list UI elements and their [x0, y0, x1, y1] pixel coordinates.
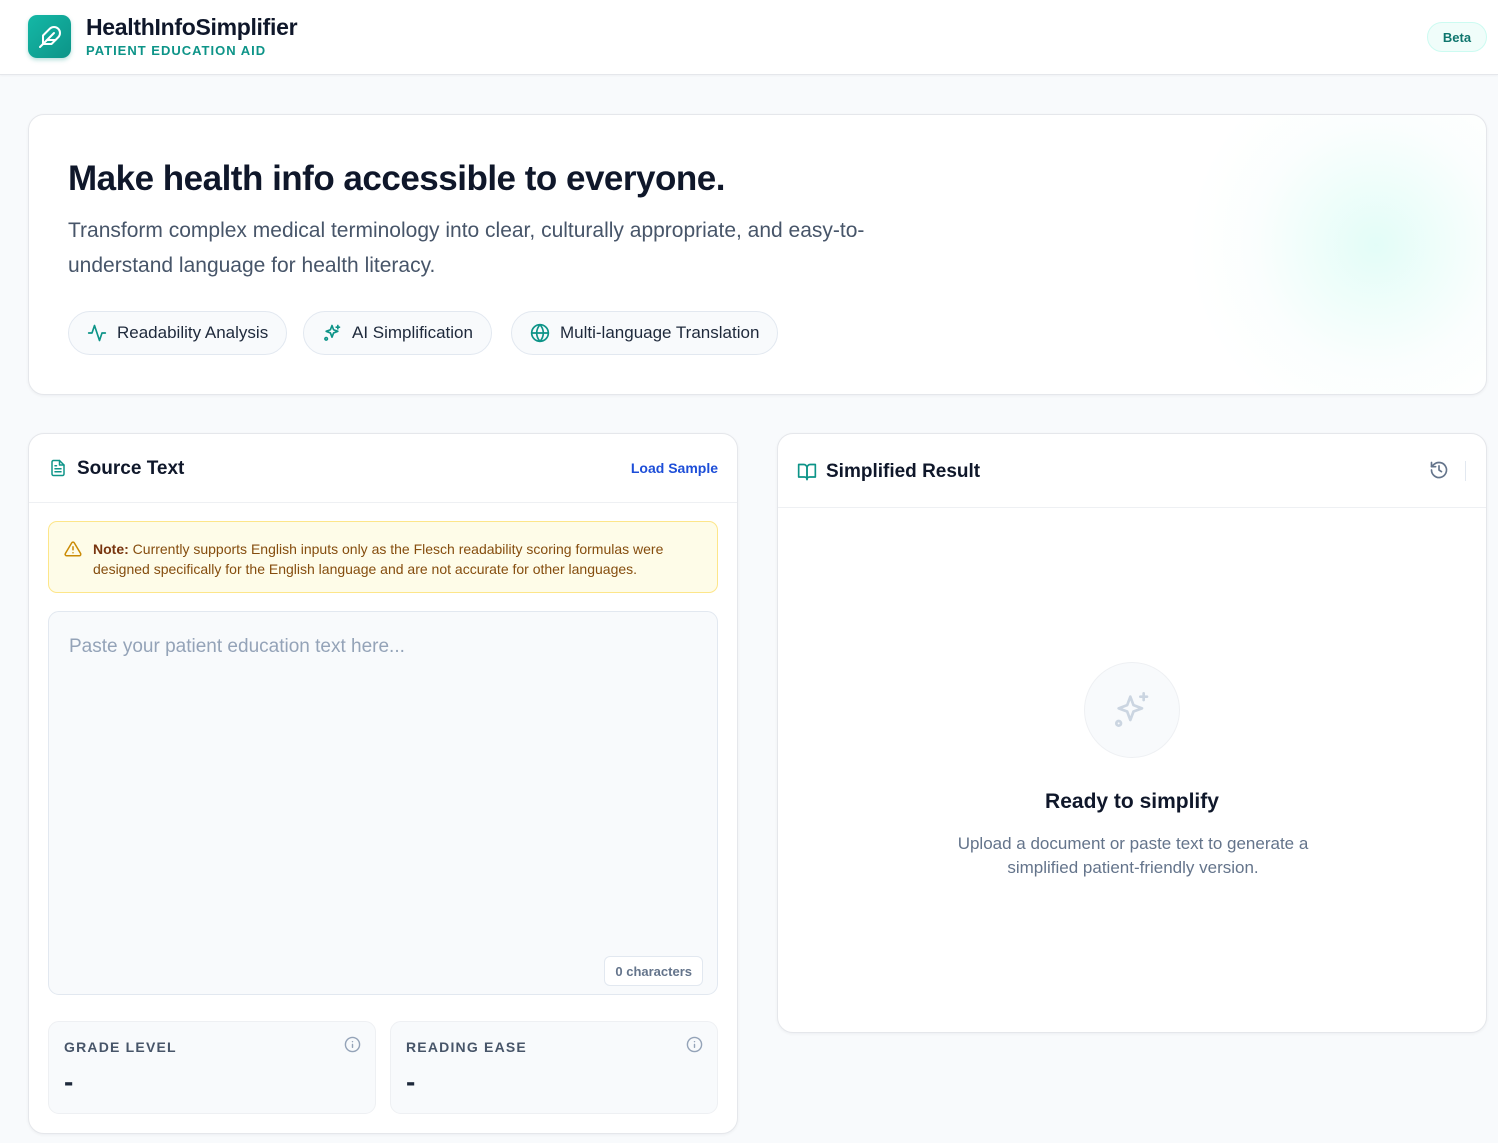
stat-value: - [406, 1066, 416, 1097]
sparkles-icon [1114, 692, 1149, 728]
info-icon[interactable] [686, 1036, 703, 1053]
info-icon[interactable] [344, 1036, 361, 1053]
hero-description: Transform complex medical terminology in… [68, 219, 865, 277]
result-panel-title: Simplified Result [826, 461, 981, 482]
app-header: HealthInfoSimplifier PATIENT EDUCATION A… [0, 0, 1498, 75]
activity-icon [87, 324, 107, 342]
source-text-input[interactable] [49, 612, 717, 994]
feature-chip-label: Readability Analysis [117, 323, 269, 342]
hero-decoration [1186, 115, 1486, 394]
feature-chip-readability: Readability Analysis [68, 311, 288, 355]
character-count: 0 characters [604, 956, 703, 986]
beta-badge: Beta [1427, 22, 1487, 52]
note-label: Note: [93, 541, 129, 557]
empty-state-title: Ready to simplify [1045, 790, 1219, 813]
globe-icon [530, 323, 550, 343]
grade-level-stat: GRADE LEVEL - [48, 1021, 376, 1114]
hero-section: Make health info accessible to everyone.… [28, 114, 1487, 395]
feature-chip-label: Multi-language Translation [560, 323, 760, 342]
app-subtitle: PATIENT EDUCATION AID [86, 43, 267, 58]
reading-ease-stat: READING EASE - [390, 1021, 718, 1114]
load-sample-button[interactable]: Load Sample [631, 460, 718, 476]
feather-icon [38, 25, 61, 48]
source-text-panel: Source Text Load Sample Note: Currently … [28, 433, 738, 1134]
feature-chip-ai: AI Simplification [303, 311, 492, 355]
warning-triangle-icon [64, 541, 82, 557]
history-icon[interactable] [1429, 460, 1449, 480]
book-open-icon [797, 463, 817, 481]
header-divider [1465, 461, 1466, 481]
feature-chip-translation: Multi-language Translation [511, 311, 779, 355]
source-panel-title: Source Text [77, 458, 185, 479]
english-only-note: Note: Currently supports English inputs … [48, 521, 718, 593]
empty-state-description: Upload a document or paste text to gener… [957, 834, 1309, 877]
empty-state-badge [1084, 662, 1180, 758]
app-logo[interactable] [28, 15, 71, 58]
simplified-result-panel: Simplified Result Ready to simplify Uplo… [777, 433, 1487, 1033]
feature-chip-label: AI Simplification [352, 323, 473, 342]
stat-label: READING EASE [406, 1039, 527, 1055]
sparkles-icon [324, 324, 341, 341]
note-body: Currently supports English inputs only a… [93, 541, 664, 577]
hero-title: Make health info accessible to everyone. [68, 159, 725, 198]
source-textarea-container: 0 characters [48, 611, 718, 995]
result-panel-header: Simplified Result [778, 434, 1486, 508]
note-text: Note: Currently supports English inputs … [93, 539, 703, 579]
stat-label: GRADE LEVEL [64, 1039, 177, 1055]
source-panel-header: Source Text Load Sample [29, 434, 737, 503]
stat-value: - [64, 1066, 74, 1097]
app-name: HealthInfoSimplifier [86, 14, 298, 40]
file-text-icon [51, 459, 65, 477]
